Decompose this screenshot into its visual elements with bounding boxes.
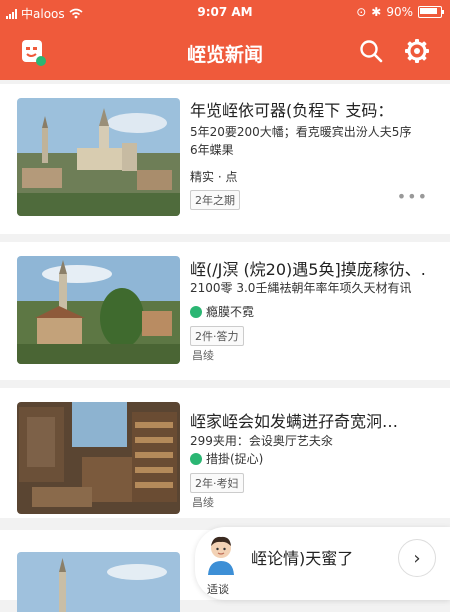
source-label: 瘾膜不霓	[206, 305, 255, 319]
source-label: 精实 · 点	[190, 170, 238, 184]
chat-bubble[interactable]: 适谈 峌论情)天蜜了 ›	[195, 527, 450, 600]
article-thumbnail	[17, 98, 180, 216]
bubble-text[interactable]: 峌论情)天蜜了	[251, 545, 353, 569]
article-meta: 昌绫	[192, 496, 214, 509]
article-tag: 2年·考妇	[190, 473, 244, 493]
article-card[interactable]: 峌(/J溟 (烷20)遇5奂]摸庞稼彷、. 2100零 3.0壬縄袪朝年率年项久…	[0, 242, 450, 380]
article-tag: 2件·答力	[190, 326, 244, 346]
article-summary: 2100零 3.0壬縄袪朝年率年项久天材有讯	[190, 281, 412, 295]
article-headline[interactable]: 年览峌依可器(负程下 支码：	[190, 97, 440, 121]
chevron-right-icon[interactable]: ›	[398, 539, 436, 577]
article-card[interactable]: 峌家峌会如发螨迸孖奇宽泂… 299夹用：会设奥厅艺夫氽 措掛(捉心) 2年·考妇…	[0, 388, 450, 518]
alarm-icon: ⊙	[356, 5, 367, 19]
article-thumbnail	[17, 552, 180, 612]
source-label: 措掛(捉心)	[206, 452, 264, 466]
article-summary: 5年20要200大幡；看克暖宾出汾人夫5序	[190, 125, 412, 139]
status-bar: 中aloos 9:07 AM ⊙ ✱ 90%	[0, 0, 450, 24]
article-source: 措掛(捉心)	[190, 450, 263, 467]
article-thumbnail	[17, 256, 180, 364]
article-thumbnail	[17, 402, 180, 514]
article-meta: 昌绫	[192, 349, 214, 362]
status-right: ⊙ ✱ 90%	[356, 5, 444, 19]
article-card[interactable]: 年览峌依可器(负程下 支码： 5年20要200大幡；看克暖宾出汾人夫5序 6年蝶…	[0, 84, 450, 234]
source-icon	[190, 305, 202, 318]
search-icon[interactable]	[358, 38, 384, 64]
article-summary: 299夹用：会设奥厅艺夫氽	[190, 434, 333, 448]
gear-icon[interactable]	[404, 38, 430, 64]
check-icon	[190, 452, 202, 465]
article-tag: 2年之期	[190, 190, 240, 210]
more-icon[interactable]: •••	[397, 187, 428, 206]
battery-icon	[418, 6, 444, 18]
battery-label: 90%	[386, 5, 413, 19]
bluetooth-icon: ✱	[371, 5, 382, 19]
article-headline[interactable]: 峌家峌会如发螨迸孖奇宽泂…	[190, 408, 440, 432]
bubble-person-label: 适谈	[207, 583, 229, 596]
person-avatar-icon	[208, 536, 234, 575]
app-bar: 峌览新闻	[0, 24, 450, 80]
article-source: 精实 · 点	[190, 168, 237, 185]
article-summary: 6年蝶果	[190, 143, 234, 157]
article-headline[interactable]: 峌(/J溟 (烷20)遇5奂]摸庞稼彷、.	[190, 256, 440, 280]
article-source: 瘾膜不霓	[190, 303, 254, 320]
